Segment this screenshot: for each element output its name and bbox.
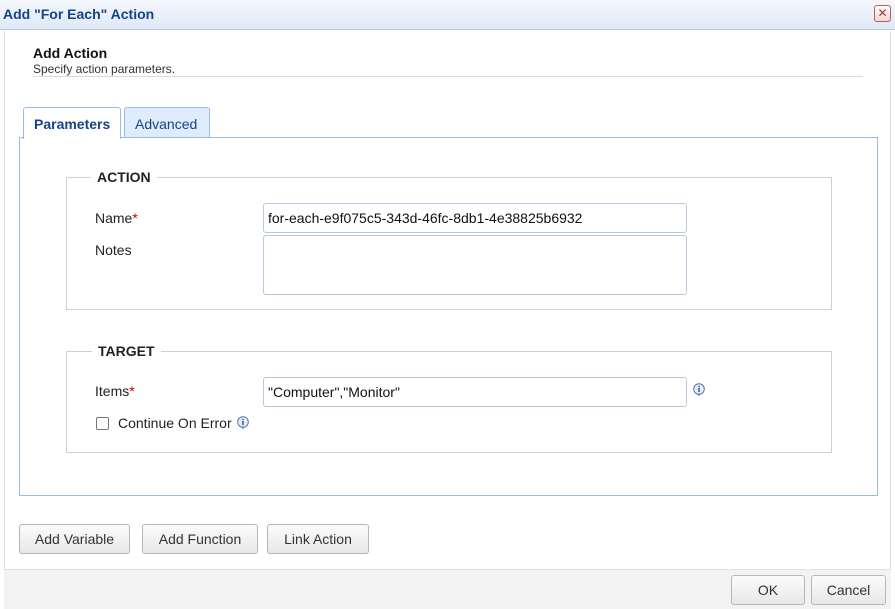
link-action-button[interactable]: Link Action [267,524,369,554]
header-divider [33,76,863,77]
add-variable-button[interactable]: Add Variable [19,524,130,554]
dialog-footer: OK Cancel [4,569,891,609]
required-mark: * [129,383,135,399]
cancel-button[interactable]: Cancel [811,575,886,605]
required-mark: * [132,210,138,226]
notes-textarea[interactable] [263,235,687,295]
ok-button[interactable]: OK [731,575,805,605]
target-group-legend: TARGET [92,343,161,359]
window-titlebar: Add "For Each" Action ✕ [0,0,895,30]
parameters-panel: ACTION Name* Notes TARGET Items* Continu… [19,137,878,496]
items-label: Items* [95,383,135,399]
tab-parameters[interactable]: Parameters [23,107,121,139]
items-input[interactable] [263,377,687,407]
continue-on-error-checkbox[interactable] [96,417,109,430]
close-icon[interactable]: ✕ [874,5,891,22]
notes-label: Notes [95,242,132,258]
name-label: Name* [95,210,138,226]
info-icon[interactable] [237,416,249,430]
name-input[interactable] [263,203,687,233]
info-icon[interactable] [693,383,705,397]
tab-advanced[interactable]: Advanced [124,107,210,139]
add-function-button[interactable]: Add Function [142,524,258,554]
window-title: Add "For Each" Action [3,6,155,22]
header-subtitle: Specify action parameters. [33,62,176,76]
header-title: Add Action [33,45,108,61]
dialog-body: Add Action Specify action parameters. Pa… [4,31,891,569]
action-group-legend: ACTION [91,169,157,185]
continue-on-error-label[interactable]: Continue On Error [118,415,232,431]
